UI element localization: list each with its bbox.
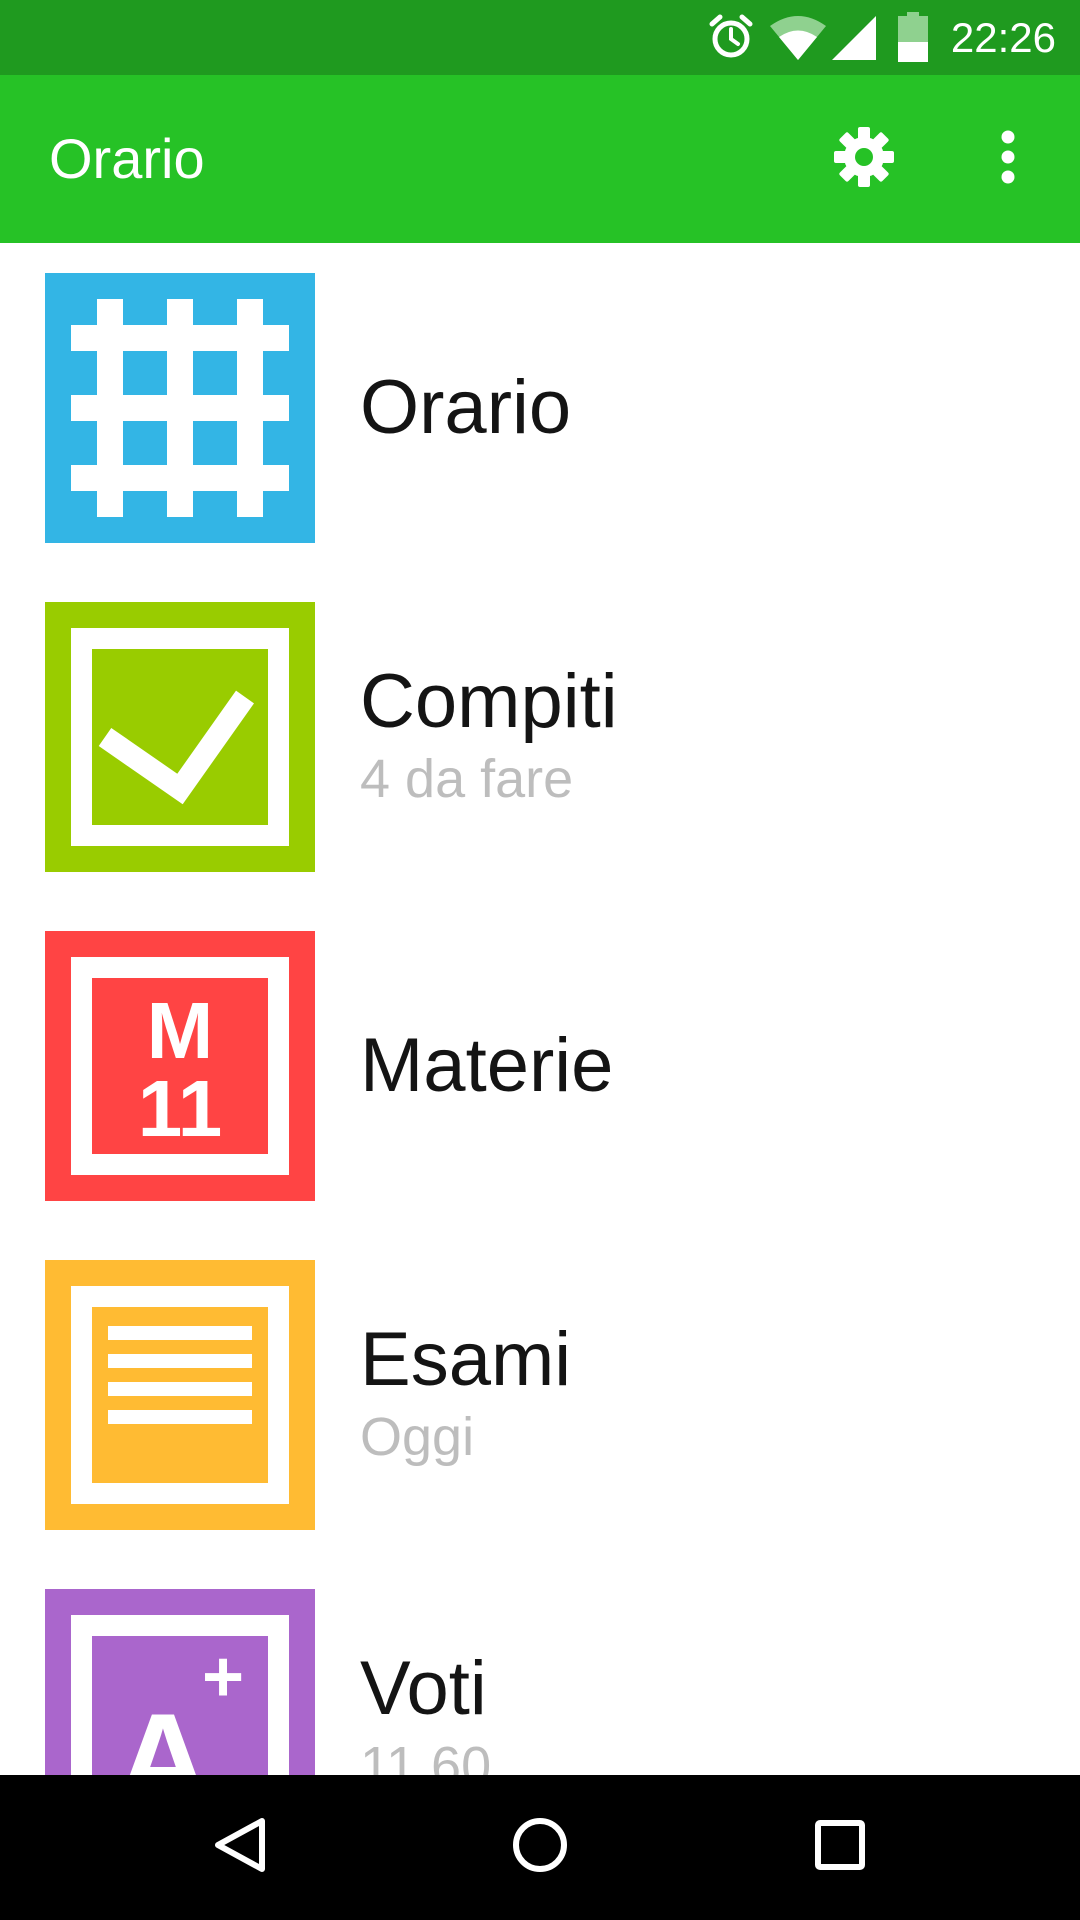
menu-item-subtitle: Oggi bbox=[360, 1407, 475, 1467]
alarm-icon bbox=[708, 14, 754, 65]
checkmark-icon bbox=[45, 602, 315, 872]
menu-item-title: Compiti bbox=[360, 659, 618, 744]
menu-item-title: Voti bbox=[360, 1646, 487, 1731]
notes-icon bbox=[45, 1260, 315, 1530]
battery-icon bbox=[898, 12, 928, 67]
main-menu-list: Orario Compiti 4 da fare M 11 Materie Es… bbox=[0, 243, 1080, 1775]
menu-item-orario[interactable]: Orario bbox=[0, 243, 1080, 543]
grid-icon bbox=[45, 273, 315, 543]
menu-item-materie[interactable]: M 11 Materie bbox=[0, 901, 1080, 1201]
subjects-icon-count: 11 bbox=[138, 1064, 223, 1153]
menu-item-subtitle: 4 da fare bbox=[360, 749, 574, 809]
status-bar: 22:26 bbox=[0, 0, 1080, 75]
status-time: 22:26 bbox=[950, 14, 1056, 61]
back-button[interactable] bbox=[180, 1797, 300, 1897]
grade-icon: A + bbox=[45, 1589, 315, 1775]
subjects-icon: M 11 bbox=[45, 931, 315, 1201]
settings-button[interactable] bbox=[822, 117, 906, 201]
back-icon bbox=[210, 1815, 270, 1880]
app-bar: Orario bbox=[0, 75, 1080, 243]
grade-icon-letter: A bbox=[116, 1686, 210, 1775]
menu-item-subtitle: 11,60 bbox=[360, 1736, 492, 1775]
signal-icon bbox=[832, 16, 876, 65]
subjects-icon-letter: M bbox=[147, 986, 214, 1075]
menu-item-title: Orario bbox=[360, 365, 572, 450]
grade-icon-plus: + bbox=[202, 1637, 244, 1717]
recents-icon bbox=[814, 1819, 866, 1876]
home-button[interactable] bbox=[480, 1797, 600, 1897]
overflow-menu-button[interactable] bbox=[966, 117, 1050, 201]
wifi-icon bbox=[770, 16, 826, 65]
more-vert-icon bbox=[998, 129, 1018, 190]
home-icon bbox=[510, 1815, 570, 1880]
menu-item-title: Materie bbox=[360, 1023, 614, 1108]
recents-button[interactable] bbox=[780, 1797, 900, 1897]
gear-icon bbox=[832, 125, 896, 194]
menu-item-compiti[interactable]: Compiti 4 da fare bbox=[0, 572, 1080, 872]
menu-item-title: Esami bbox=[360, 1317, 572, 1402]
app-title: Orario bbox=[49, 127, 205, 190]
navigation-bar bbox=[0, 1775, 1080, 1920]
menu-item-voti[interactable]: A + Voti 11,60 bbox=[0, 1559, 1080, 1775]
menu-item-esami[interactable]: Esami Oggi bbox=[0, 1230, 1080, 1530]
